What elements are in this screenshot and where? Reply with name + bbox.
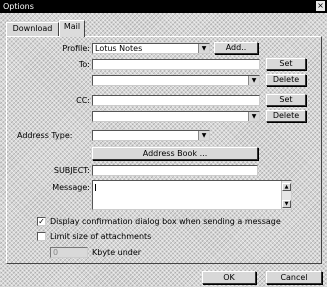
to-label: To: xyxy=(78,60,90,69)
scroll-up-icon[interactable]: ▲ xyxy=(282,183,291,191)
kbyte-input[interactable]: 0 xyxy=(50,247,88,258)
scroll-down-icon[interactable]: ▼ xyxy=(282,200,291,208)
cc-label: CC: xyxy=(76,96,90,105)
chevron-down-icon[interactable]: ▼ xyxy=(248,112,259,121)
cc-set-button[interactable]: Set xyxy=(266,94,306,106)
chevron-down-icon[interactable]: ▼ xyxy=(198,44,209,53)
to-input[interactable] xyxy=(92,59,260,70)
subject-input[interactable] xyxy=(92,165,258,176)
cc-input[interactable] xyxy=(92,95,260,106)
confirm-checkbox[interactable]: ✓ xyxy=(37,217,46,226)
confirm-checkbox-label: Display confirmation dialog box when sen… xyxy=(50,217,281,226)
cc-delete-button[interactable]: Delete xyxy=(266,110,306,122)
to-list-select[interactable]: ▼ xyxy=(92,75,260,86)
window-title: Options xyxy=(3,2,34,11)
title-bar: Options × xyxy=(0,0,327,13)
cc-list-select[interactable]: ▼ xyxy=(92,111,260,122)
text-cursor xyxy=(95,184,96,191)
cancel-button[interactable]: Cancel xyxy=(266,271,322,284)
address-book-button[interactable]: Address Book ... xyxy=(92,147,258,160)
message-textarea[interactable]: ▲ ▼ xyxy=(92,180,292,210)
message-scrollbar[interactable]: ▲ ▼ xyxy=(281,181,291,209)
to-set-button[interactable]: Set xyxy=(266,58,306,70)
close-icon[interactable]: × xyxy=(316,1,325,11)
limit-attachments-label: Limit size of attachments xyxy=(50,232,152,241)
limit-attachments-checkbox[interactable] xyxy=(37,232,46,241)
chevron-down-icon[interactable]: ▼ xyxy=(248,76,259,85)
chevron-down-icon[interactable]: ▼ xyxy=(198,131,209,140)
profile-select[interactable]: Lotus Notes ▼ xyxy=(92,43,210,54)
tab-download[interactable]: Download xyxy=(6,22,59,36)
address-type-label: Address Type: xyxy=(17,131,73,140)
message-label: Message: xyxy=(52,183,90,192)
to-delete-button[interactable]: Delete xyxy=(266,74,306,86)
ok-button[interactable]: OK xyxy=(202,271,256,284)
subject-label: SUBJECT: xyxy=(53,166,90,175)
address-type-select[interactable]: ▼ xyxy=(92,130,210,141)
profile-label: Profile: xyxy=(62,44,90,53)
tab-mail[interactable]: Mail xyxy=(59,20,85,37)
kbyte-unit-label: Kbyte under xyxy=(92,248,142,257)
add-profile-button[interactable]: Add.. xyxy=(214,42,258,54)
profile-value: Lotus Notes xyxy=(95,44,143,53)
